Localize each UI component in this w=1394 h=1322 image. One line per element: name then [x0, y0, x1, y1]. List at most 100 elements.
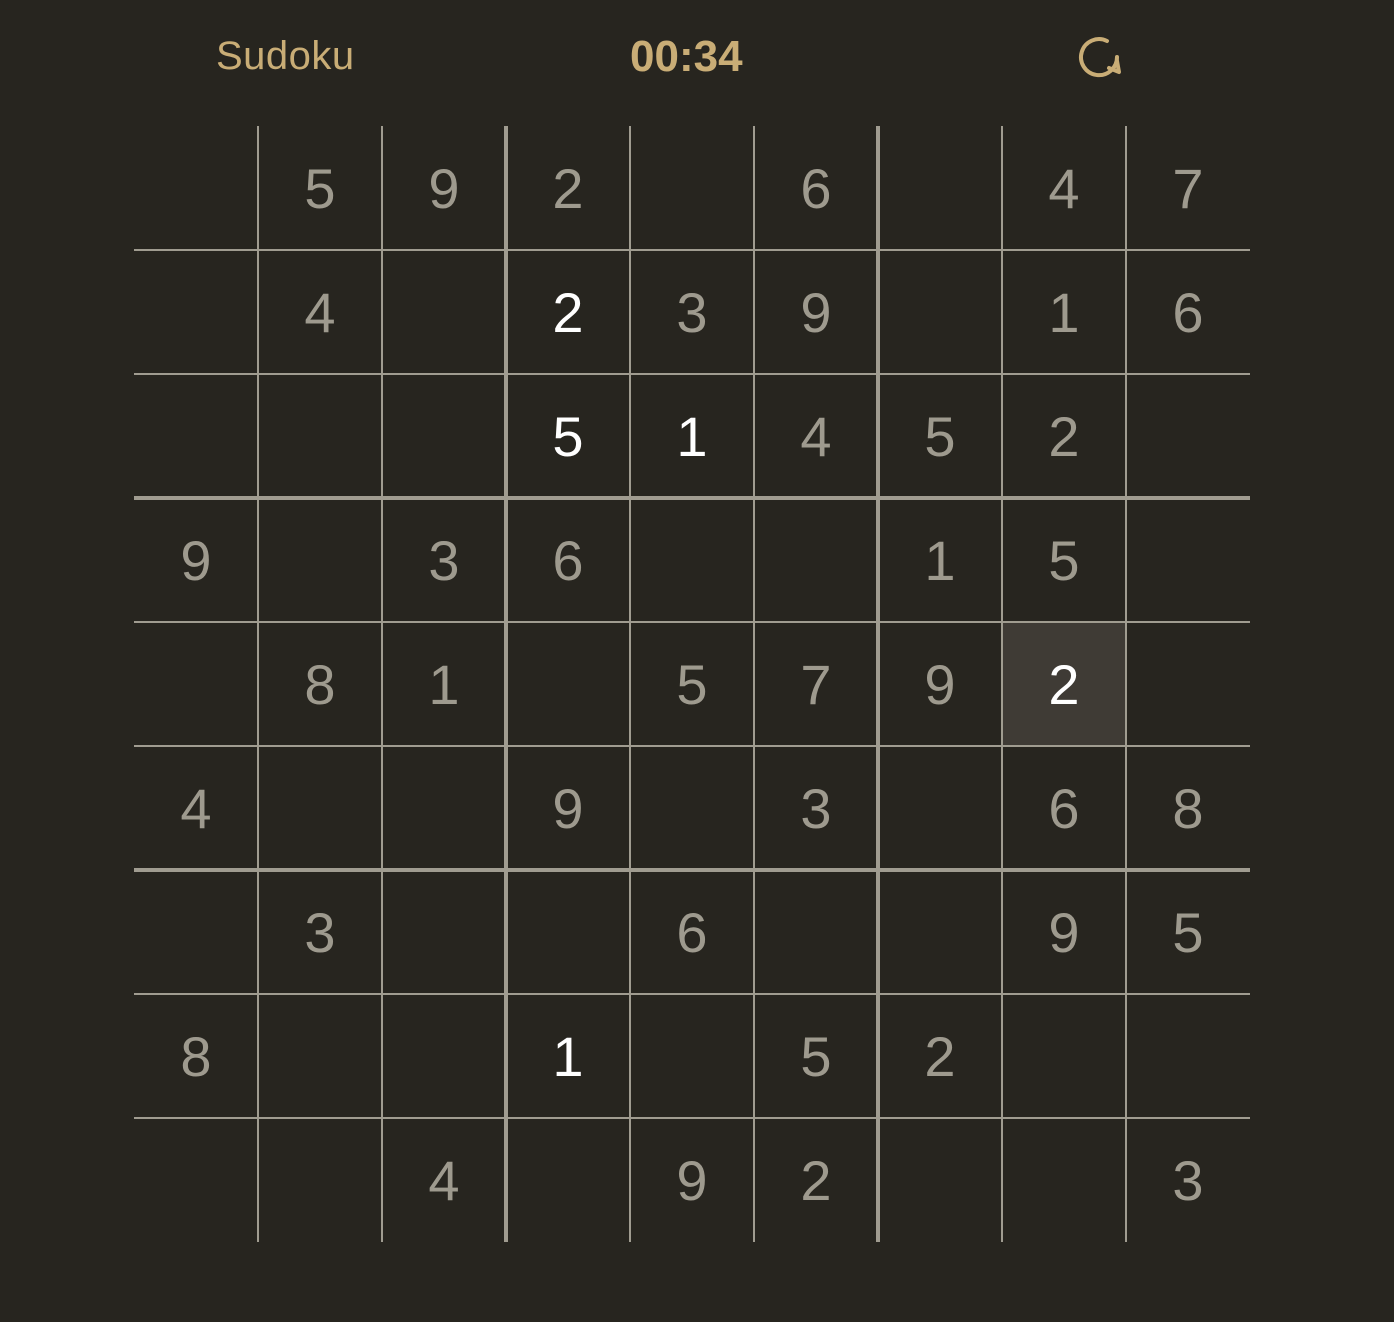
- sudoku-cell-r1-c7[interactable]: [878, 126, 1002, 250]
- sudoku-cell-r4-c7[interactable]: 1: [878, 498, 1002, 622]
- sudoku-cell-r5-c4[interactable]: [506, 622, 630, 746]
- sudoku-cell-r2-c4[interactable]: 2: [506, 250, 630, 374]
- sudoku-cell-r2-c9[interactable]: 6: [1126, 250, 1250, 374]
- sudoku-cell-r6-c6[interactable]: 3: [754, 746, 878, 870]
- sudoku-cell-r1-c9[interactable]: 7: [1126, 126, 1250, 250]
- sudoku-cell-r6-c2[interactable]: [258, 746, 382, 870]
- sudoku-cell-r1-c1[interactable]: [134, 126, 258, 250]
- sudoku-cell-r9-c7[interactable]: [878, 1118, 1002, 1242]
- sudoku-cell-r7-c4[interactable]: [506, 870, 630, 994]
- sudoku-cell-r1-c8[interactable]: 4: [1002, 126, 1126, 250]
- cell-divider-vertical: [381, 126, 383, 1242]
- sudoku-cell-r5-c3[interactable]: 1: [382, 622, 506, 746]
- sudoku-cell-r1-c5[interactable]: [630, 126, 754, 250]
- sudoku-cell-r3-c9[interactable]: [1126, 374, 1250, 498]
- sudoku-cell-r7-c1[interactable]: [134, 870, 258, 994]
- sudoku-cell-r7-c8[interactable]: 9: [1002, 870, 1126, 994]
- sudoku-cell-r8-c9[interactable]: [1126, 994, 1250, 1118]
- sudoku-cell-r9-c3[interactable]: 4: [382, 1118, 506, 1242]
- sudoku-cell-r3-c5[interactable]: 1: [630, 374, 754, 498]
- sudoku-cell-r5-c2[interactable]: 8: [258, 622, 382, 746]
- sudoku-cell-r9-c6[interactable]: 2: [754, 1118, 878, 1242]
- sudoku-cell-r4-c1[interactable]: 9: [134, 498, 258, 622]
- sudoku-cell-r2-c3[interactable]: [382, 250, 506, 374]
- cell-divider-horizontal: [134, 249, 1250, 251]
- sudoku-cell-r4-c6[interactable]: [754, 498, 878, 622]
- sudoku-cell-r8-c4[interactable]: 1: [506, 994, 630, 1118]
- sudoku-cell-r2-c7[interactable]: [878, 250, 1002, 374]
- sudoku-cell-r3-c2[interactable]: [258, 374, 382, 498]
- sudoku-cell-r2-c5[interactable]: 3: [630, 250, 754, 374]
- sudoku-cell-r4-c3[interactable]: 3: [382, 498, 506, 622]
- sudoku-cell-r2-c2[interactable]: 4: [258, 250, 382, 374]
- sudoku-cell-r6-c4[interactable]: 9: [506, 746, 630, 870]
- sudoku-cell-r4-c9[interactable]: [1126, 498, 1250, 622]
- cell-divider-vertical: [1001, 126, 1003, 1242]
- app-title: Sudoku: [216, 34, 355, 78]
- sudoku-cell-r8-c6[interactable]: 5: [754, 994, 878, 1118]
- sudoku-cell-r3-c4[interactable]: 5: [506, 374, 630, 498]
- sudoku-cell-r7-c5[interactable]: 6: [630, 870, 754, 994]
- sudoku-cell-r5-c5[interactable]: 5: [630, 622, 754, 746]
- sudoku-cell-r1-c6[interactable]: 6: [754, 126, 878, 250]
- sudoku-cell-r3-c1[interactable]: [134, 374, 258, 498]
- box-divider-vertical: [504, 126, 508, 1242]
- sudoku-cell-r5-c1[interactable]: [134, 622, 258, 746]
- sudoku-cell-r1-c3[interactable]: 9: [382, 126, 506, 250]
- sudoku-cell-r8-c7[interactable]: 2: [878, 994, 1002, 1118]
- sudoku-cell-r8-c2[interactable]: [258, 994, 382, 1118]
- sudoku-cell-r6-c5[interactable]: [630, 746, 754, 870]
- sudoku-cell-r7-c2[interactable]: 3: [258, 870, 382, 994]
- sudoku-cell-r7-c3[interactable]: [382, 870, 506, 994]
- sudoku-cell-r9-c2[interactable]: [258, 1118, 382, 1242]
- sudoku-cell-r1-c2[interactable]: 5: [258, 126, 382, 250]
- sudoku-cell-r3-c6[interactable]: 4: [754, 374, 878, 498]
- sudoku-cell-r6-c3[interactable]: [382, 746, 506, 870]
- sudoku-cell-r4-c4[interactable]: 6: [506, 498, 630, 622]
- sudoku-cell-r7-c6[interactable]: [754, 870, 878, 994]
- box-divider-horizontal: [134, 496, 1250, 500]
- sudoku-cell-r5-c6[interactable]: 7: [754, 622, 878, 746]
- sudoku-cell-r8-c5[interactable]: [630, 994, 754, 1118]
- sudoku-cell-r6-c8[interactable]: 6: [1002, 746, 1126, 870]
- sudoku-cell-r7-c9[interactable]: 5: [1126, 870, 1250, 994]
- sudoku-cell-r5-c7[interactable]: 9: [878, 622, 1002, 746]
- cell-divider-horizontal: [134, 621, 1250, 623]
- cell-divider-vertical: [1125, 126, 1127, 1242]
- cell-divider-vertical: [753, 126, 755, 1242]
- sudoku-cell-r8-c3[interactable]: [382, 994, 506, 1118]
- sudoku-cell-r2-c8[interactable]: 1: [1002, 250, 1126, 374]
- restart-icon: [1079, 37, 1121, 78]
- sudoku-cell-r5-c8[interactable]: 2: [1002, 622, 1126, 746]
- header: Sudoku 00:34: [0, 0, 1394, 112]
- restart-button[interactable]: [1072, 30, 1126, 84]
- sudoku-cell-r3-c3[interactable]: [382, 374, 506, 498]
- sudoku-cell-r7-c7[interactable]: [878, 870, 1002, 994]
- cell-divider-horizontal: [134, 745, 1250, 747]
- sudoku-cell-r3-c8[interactable]: 2: [1002, 374, 1126, 498]
- sudoku-cell-r9-c8[interactable]: [1002, 1118, 1126, 1242]
- cell-divider-horizontal: [134, 993, 1250, 995]
- sudoku-cell-r4-c2[interactable]: [258, 498, 382, 622]
- sudoku-cell-r4-c8[interactable]: 5: [1002, 498, 1126, 622]
- sudoku-cell-r9-c9[interactable]: 3: [1126, 1118, 1250, 1242]
- sudoku-cell-r6-c9[interactable]: 8: [1126, 746, 1250, 870]
- sudoku-cell-r3-c7[interactable]: 5: [878, 374, 1002, 498]
- box-divider-horizontal: [134, 868, 1250, 872]
- sudoku-cell-r8-c8[interactable]: [1002, 994, 1126, 1118]
- sudoku-cell-r9-c5[interactable]: 9: [630, 1118, 754, 1242]
- cell-divider-horizontal: [134, 373, 1250, 375]
- sudoku-cell-r9-c1[interactable]: [134, 1118, 258, 1242]
- cell-divider-vertical: [629, 126, 631, 1242]
- sudoku-cell-r2-c1[interactable]: [134, 250, 258, 374]
- sudoku-cell-r4-c5[interactable]: [630, 498, 754, 622]
- game-timer: 00:34: [630, 32, 743, 81]
- sudoku-cell-r2-c6[interactable]: 9: [754, 250, 878, 374]
- sudoku-cell-r8-c1[interactable]: 8: [134, 994, 258, 1118]
- sudoku-cell-r6-c7[interactable]: [878, 746, 1002, 870]
- sudoku-cell-r9-c4[interactable]: [506, 1118, 630, 1242]
- sudoku-cell-r5-c9[interactable]: [1126, 622, 1250, 746]
- sudoku-cell-r6-c1[interactable]: 4: [134, 746, 258, 870]
- sudoku-cell-r1-c4[interactable]: 2: [506, 126, 630, 250]
- cell-divider-vertical: [257, 126, 259, 1242]
